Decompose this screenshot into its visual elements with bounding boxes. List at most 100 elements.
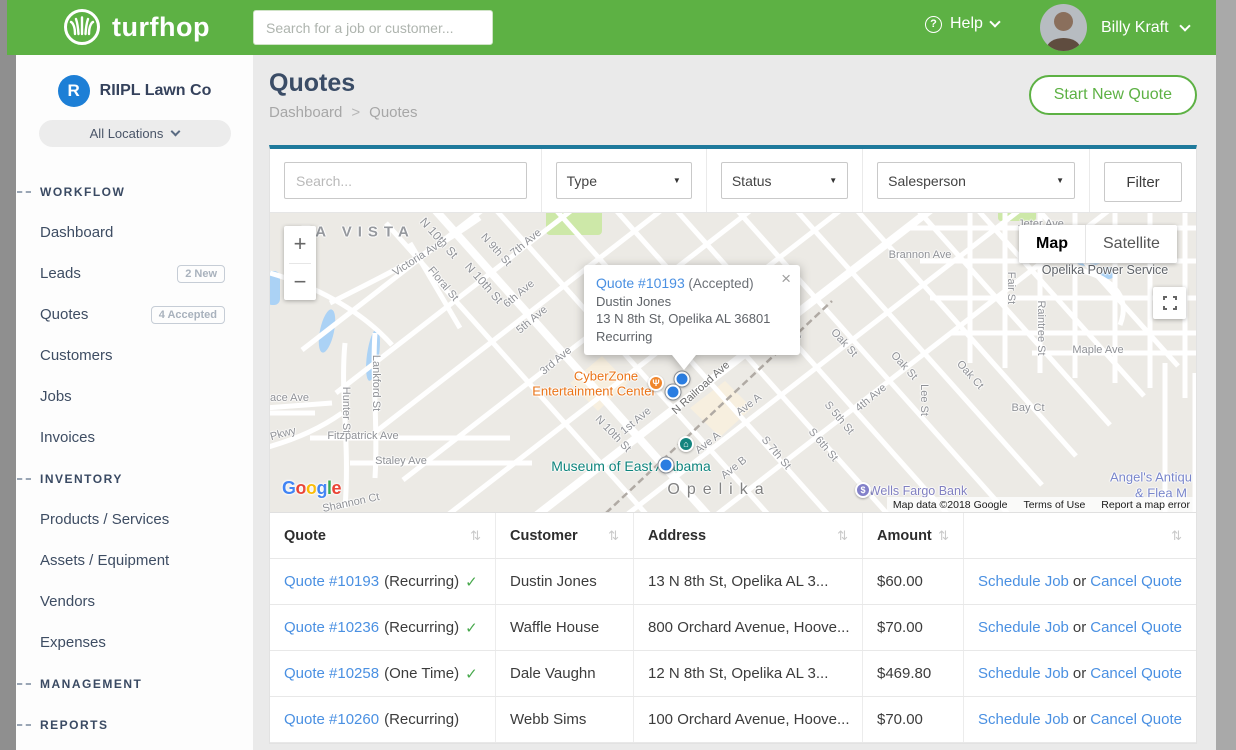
sort-icon[interactable]: ⇅ <box>837 528 848 544</box>
sidebar-item-assets-equipment[interactable]: Assets / Equipment <box>16 540 253 581</box>
cancel-quote-link[interactable]: Cancel Quote <box>1090 573 1182 590</box>
sidebar-item-quotes[interactable]: Quotes4 Accepted <box>16 294 253 335</box>
brand-logo[interactable]: turfhop <box>62 7 210 47</box>
sidebar-item-vendors[interactable]: Vendors <box>16 581 253 622</box>
help-icon: ? <box>925 16 942 33</box>
quote-link[interactable]: Quote #10258 <box>284 665 379 682</box>
map-label: Lankford St <box>370 355 382 411</box>
zoom-out-button[interactable]: − <box>284 264 316 301</box>
breadcrumb-dashboard[interactable]: Dashboard <box>269 104 342 121</box>
sidebar-item-customers[interactable]: Customers <box>16 335 253 376</box>
select-arrow-icon: ▼ <box>673 176 681 185</box>
terms-of-use-link[interactable]: Terms of Use <box>1023 499 1085 511</box>
table-row: Quote #10260(Recurring) Webb Sims 100 Or… <box>270 697 1196 743</box>
info-window-customer: Dustin Jones <box>596 293 788 311</box>
amount-cell: $469.80 <box>863 651 964 696</box>
cancel-quote-link[interactable]: Cancel Quote <box>1090 711 1182 728</box>
info-window-quote-link[interactable]: Quote #10193 <box>596 275 685 291</box>
breadcrumb-separator-icon: > <box>351 104 360 121</box>
quotes-badge: 4 Accepted <box>151 306 225 324</box>
company-header: R RIIPL Lawn Co <box>16 55 253 107</box>
salesperson-select[interactable]: Salesperson▼ <box>877 162 1075 199</box>
map-label: Maple Ave <box>1072 344 1123 356</box>
quote-type: (Recurring) <box>384 711 459 728</box>
quote-marker-icon[interactable] <box>659 458 674 473</box>
satellite-view-button[interactable]: Satellite <box>1085 225 1177 263</box>
accepted-check-icon: ✓ <box>465 665 478 683</box>
map-label: Brannon Ave <box>889 249 952 261</box>
sort-icon[interactable]: ⇅ <box>608 528 619 544</box>
info-window-address: 13 N 8th St, Opelika AL 36801 <box>596 310 788 328</box>
or-separator: or <box>1073 573 1086 590</box>
poi-bank-marker-icon[interactable]: $ <box>855 482 871 498</box>
map-canvas[interactable]: TA VISTAN 10th StN 10th StN 10th StN 9th… <box>270 213 1196 513</box>
table-row: Quote #10193(Recurring)✓ Dustin Jones 13… <box>270 559 1196 605</box>
column-header-quote[interactable]: Quote⇅ <box>270 513 496 558</box>
schedule-job-link[interactable]: Schedule Job <box>978 619 1069 636</box>
user-menu[interactable]: Billy Kraft <box>1101 19 1189 37</box>
sort-icon[interactable]: ⇅ <box>938 528 949 544</box>
sidebar-item-invoices[interactable]: Invoices <box>16 417 253 458</box>
cancel-quote-link[interactable]: Cancel Quote <box>1090 619 1182 636</box>
sidebar-item-leads[interactable]: Leads2 New <box>16 253 253 294</box>
or-separator: or <box>1073 711 1086 728</box>
main-content: Quotes Dashboard > Quotes Start New Quot… <box>253 55 1216 750</box>
map-type-toggle: Map Satellite <box>1019 225 1177 263</box>
filter-bar: Type▼ Status▼ Salesperson▼ Filter <box>270 149 1196 213</box>
map-label: Angel's Antiqu <box>1110 470 1192 485</box>
address-cell: 800 Orchard Avenue, Hoove... <box>634 605 863 650</box>
close-icon[interactable]: × <box>781 272 791 286</box>
fullscreen-button[interactable] <box>1153 287 1186 319</box>
poi-food-marker-icon[interactable]: Ψ <box>648 375 664 391</box>
column-header-customer[interactable]: Customer⇅ <box>496 513 634 558</box>
filter-button[interactable]: Filter <box>1104 162 1182 202</box>
sidebar-item-dashboard[interactable]: Dashboard <box>16 212 253 253</box>
select-arrow-icon: ▼ <box>1056 176 1064 185</box>
type-select[interactable]: Type▼ <box>556 162 692 199</box>
column-header-address[interactable]: Address⇅ <box>634 513 863 558</box>
quote-marker-icon[interactable] <box>666 385 681 400</box>
sidebar-item-jobs[interactable]: Jobs <box>16 376 253 417</box>
column-header-amount[interactable]: Amount⇅ <box>863 513 964 558</box>
map-label: Fair St <box>1005 272 1017 304</box>
poi-museum-marker-icon[interactable]: ⌂ <box>678 436 694 452</box>
breadcrumb-quotes: Quotes <box>369 104 417 121</box>
window-scrollbar[interactable] <box>1216 0 1236 750</box>
leads-badge: 2 New <box>177 265 225 283</box>
help-menu[interactable]: ? Help <box>925 15 999 33</box>
report-map-error-link[interactable]: Report a map error <box>1101 499 1190 511</box>
schedule-job-link[interactable]: Schedule Job <box>978 711 1069 728</box>
table-row: Quote #10258(One Time)✓ Dale Vaughn 12 N… <box>270 651 1196 697</box>
schedule-job-link[interactable]: Schedule Job <box>978 665 1069 682</box>
map-label: Museum of East Alabama <box>551 458 711 474</box>
quote-link[interactable]: Quote #10236 <box>284 619 379 636</box>
map-attribution: Map data ©2018 Google Terms of Use Repor… <box>887 497 1196 512</box>
table-row: Quote #10236(Recurring)✓ Waffle House 80… <box>270 605 1196 651</box>
quote-link[interactable]: Quote #10260 <box>284 711 379 728</box>
user-name: Billy Kraft <box>1101 19 1169 37</box>
location-selector[interactable]: All Locations <box>39 120 231 147</box>
column-header-actions[interactable]: ⇅ <box>964 513 1196 558</box>
quote-link[interactable]: Quote #10193 <box>284 573 379 590</box>
nav-section-management[interactable]: MANAGEMENT <box>16 663 253 704</box>
sidebar-item-expenses[interactable]: Expenses <box>16 622 253 663</box>
avatar[interactable] <box>1040 4 1087 51</box>
map-view-button[interactable]: Map <box>1019 225 1085 263</box>
sort-icon[interactable]: ⇅ <box>470 528 481 544</box>
quote-marker-icon[interactable] <box>675 372 690 387</box>
sort-icon[interactable]: ⇅ <box>1171 528 1182 544</box>
quotes-search-input[interactable] <box>284 162 527 199</box>
map-label: Hunter St <box>340 387 352 433</box>
global-search-input[interactable] <box>253 10 493 45</box>
location-selector-label: All Locations <box>90 126 164 141</box>
google-logo-letter: o <box>296 478 307 498</box>
google-logo[interactable]: Google <box>282 478 341 499</box>
start-new-quote-button[interactable]: Start New Quote <box>1029 75 1197 115</box>
nav-section-reports[interactable]: REPORTS <box>16 704 253 745</box>
status-select[interactable]: Status▼ <box>721 162 848 199</box>
top-navbar: turfhop ? Help Billy Kraft <box>7 0 1216 55</box>
schedule-job-link[interactable]: Schedule Job <box>978 573 1069 590</box>
zoom-in-button[interactable]: + <box>284 226 316 263</box>
sidebar-item-products-services[interactable]: Products / Services <box>16 499 253 540</box>
cancel-quote-link[interactable]: Cancel Quote <box>1090 665 1182 682</box>
